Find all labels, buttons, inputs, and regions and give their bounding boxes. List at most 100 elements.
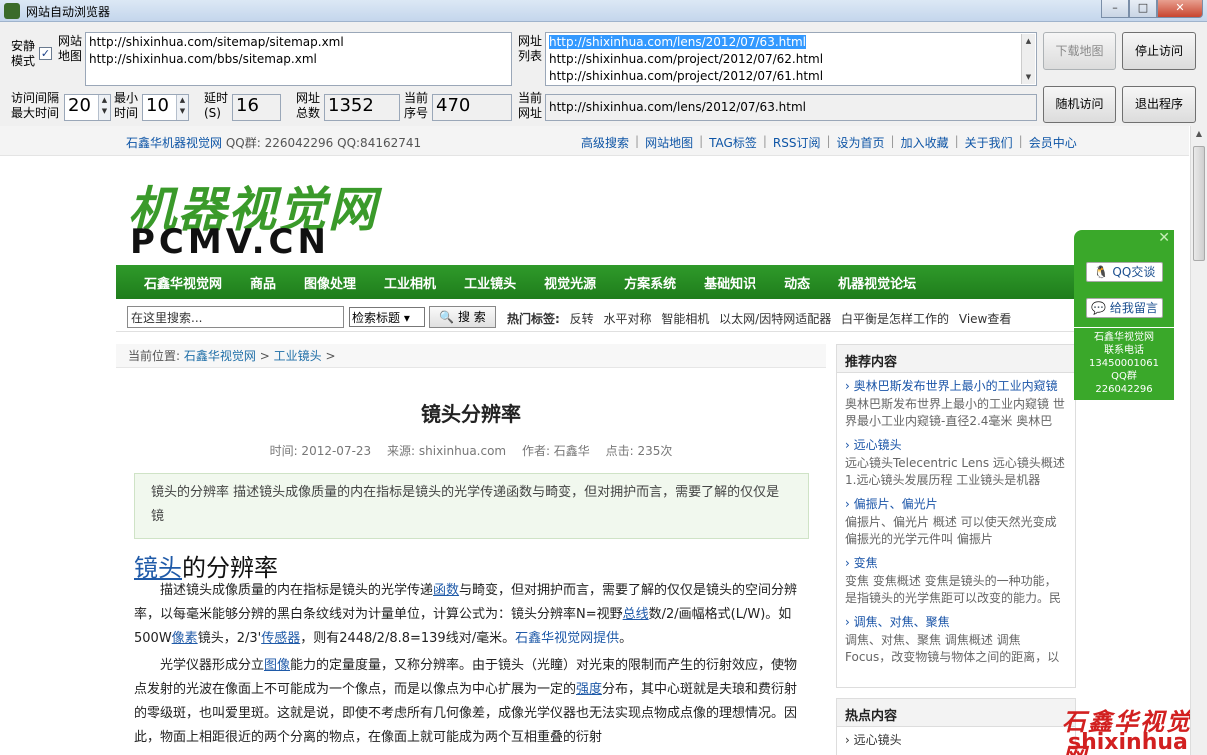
breadcrumb-home[interactable]: 石鑫华视觉网 [184,349,256,363]
spinner-arrows-icon[interactable]: ▲ ▼ [176,95,188,120]
safe-mode-checkbox[interactable]: ✓ [39,47,52,60]
toplink-advanced-search[interactable]: 高级搜索 [581,134,629,151]
site-top-strip: 石鑫华机器视觉网 QQ群: 226042296 QQ:84162741 高级搜索… [0,126,1189,156]
search-row: 在这里搜索... 检索标题 ▾ 🔍 搜 索 热门标签: 反转 水平对称 智能相机… [116,302,1076,332]
toplink-sitemap[interactable]: 网站地图 [645,134,693,151]
nav-item-image-processing[interactable]: 图像处理 [304,273,356,292]
urllist-textarea[interactable]: http://shixinhua.com/lens/2012/07/63.htm… [545,32,1037,86]
nav-item-forum[interactable]: 机器视觉论坛 [838,273,916,292]
hot-content-item[interactable]: › 远心镜头 [837,727,1075,750]
interval-max-value: 20 [68,95,91,116]
toplink-tags[interactable]: TAG标签 [709,134,757,151]
sitemap-label: 网站 地图 [58,34,83,63]
article-link[interactable]: 强度 [576,682,602,697]
nav-item-industrial-lens[interactable]: 工业镜头 [464,273,516,292]
recommended-item[interactable]: › 奥林巴斯发布世界上最小的工业内窥镜 奥林巴斯发布世界上最小的工业内窥镜 世界最… [837,373,1075,432]
nav-item-goods[interactable]: 商品 [250,273,276,292]
hot-tag[interactable]: 水平对称 [603,312,651,326]
breadcrumb-prefix: 当前位置: [128,349,181,363]
article-link[interactable]: 函数 [433,583,459,598]
site-logo-english[interactable]: PCMV.CN [130,222,330,262]
nav-item-industrial-camera[interactable]: 工业相机 [384,273,436,292]
nav-item-solutions[interactable]: 方案系统 [624,273,676,292]
nav-item-basics[interactable]: 基础知识 [704,273,756,292]
qq-close-icon[interactable]: ✕ [1158,230,1170,246]
toplink-about[interactable]: 关于我们 [965,134,1013,151]
hot-tag[interactable]: 智能相机 [661,312,709,326]
heading-text: 的分辨率 [182,554,278,582]
article-link[interactable]: 总线 [623,607,649,622]
qq-contact-info: 石鑫华视觉网 联系电话 13450001061 QQ群 226042296 [1074,328,1174,400]
article-link[interactable]: 传感器 [261,631,300,646]
current-url-label: 当前 网址 [518,91,543,120]
breadcrumb-category[interactable]: 工业镜头 [274,349,322,363]
hot-tag[interactable]: 反转 [570,312,594,326]
current-index-label: 当前 序号 [404,91,429,120]
recommended-title: 推荐内容 [837,345,1075,373]
total-label: 网址 总数 [296,91,321,120]
scroll-up-icon[interactable]: ▲ [1191,126,1207,142]
delay-label: 延时 (S) [204,91,229,120]
recommended-item[interactable]: › 偏振片、偏光片 偏振片、偏光片 概述 可以使天然光变成偏振光的光学元件叫 偏振… [837,491,1075,550]
article-paragraph-2: 光学仪器形成分立图像能力的定量度量，又称分辨率。由于镜头（光瞳）对光束的限制而产… [134,658,798,745]
minimize-button[interactable]: – [1101,0,1129,18]
hot-tags-label: 热门标签: [507,312,560,326]
scroll-down-icon[interactable]: ▼ [1022,70,1035,84]
hot-tag[interactable]: 白平衡是怎样工作的 [841,312,949,326]
toplink-rss[interactable]: RSS订阅 [773,134,821,151]
urllist-label: 网址 列表 [518,34,543,63]
hot-content-panel: 热点内容 › 远心镜头 [836,698,1076,755]
interval-min-spinner[interactable]: 10 ▲ ▼ [142,94,189,121]
recommended-item[interactable]: › 调焦、对焦、聚焦 调焦、对焦、聚焦 调焦概述 调焦 Focus，改变物镜与物体… [837,609,1075,668]
heading-link[interactable]: 镜头 [134,554,182,582]
page-scrollbar[interactable]: ▲ [1190,126,1207,755]
maximize-button[interactable]: □ [1129,0,1157,18]
delay-value: 16 [232,94,281,121]
toplink-set-homepage[interactable]: 设为首页 [837,134,885,151]
search-type-select[interactable]: 检索标题 ▾ [349,307,425,327]
exit-button[interactable]: 退出程序 [1122,86,1196,123]
watermark-english: shixinhua.com [1068,730,1207,755]
site-search-input[interactable]: 在这里搜索... [127,306,344,328]
scrollbar-thumb[interactable] [1193,146,1205,261]
qq-chat-button[interactable]: 🐧 QQ交谈 [1086,262,1163,282]
interval-max-spinner[interactable]: 20 ▲ ▼ [64,94,111,121]
leave-message-button[interactable]: 💬 给我留言 [1086,298,1163,318]
nav-item-light-source[interactable]: 视觉光源 [544,273,596,292]
article-heading: 镜头的分辨率 [134,548,278,583]
hot-tag[interactable]: 以太网/因特网适配器 [719,312,831,326]
nav-item-home[interactable]: 石鑫华视觉网 [144,273,222,292]
qq-float-panel: ✕ 🐧 QQ交谈 💬 给我留言 [1074,230,1174,327]
article-summary: 镜头的分辨率 描述镜头成像质量的内在指标是镜头的光学传递函数与畸变，但对拥护而言… [134,473,809,539]
recommended-item[interactable]: › 远心镜头 远心镜头Telecentric Lens 远心镜头概述 1.远心镜头… [837,432,1075,491]
toplink-add-favorite[interactable]: 加入收藏 [901,134,949,151]
recommended-panel: 推荐内容 › 奥林巴斯发布世界上最小的工业内窥镜 奥林巴斯发布世界上最小的工业内窥… [836,344,1076,688]
min-time-label: 最小 时间 [114,91,139,120]
breadcrumb: 当前位置: 石鑫华视觉网 > 工业镜头 > [116,344,826,368]
site-brand: 石鑫华机器视觉网 QQ群: 226042296 QQ:84162741 [126,134,421,151]
browser-view[interactable]: 石鑫华机器视觉网 QQ群: 226042296 QQ:84162741 高级搜索… [0,126,1207,755]
top-links: 高级搜索 | 网站地图 | TAG标签 | RSS订阅 | 设为首页 | 加入收藏 | 关于… [581,134,1077,151]
article-link[interactable]: 图像 [264,658,290,673]
urllist-line-selected: http://shixinhua.com/lens/2012/07/63.htm… [549,35,806,49]
download-map-button[interactable]: 下载地图 [1043,32,1116,70]
site-brand-link[interactable]: 石鑫华机器视觉网 [126,136,222,150]
article-link[interactable]: 石鑫华视觉网提供 [515,631,619,646]
safe-mode-label: 安静 模式 [11,39,36,68]
toplink-member[interactable]: 会员中心 [1029,134,1077,151]
article-author: 作者: 石鑫华 [521,444,590,458]
interval-min-value: 10 [146,95,169,116]
hot-tag[interactable]: View查看 [959,312,1011,326]
spinner-arrows-icon[interactable]: ▲ ▼ [98,95,110,120]
random-visit-button[interactable]: 随机访问 [1043,86,1116,123]
sitemap-textarea[interactable]: http://shixinhua.com/sitemap/sitemap.xml… [85,32,512,86]
urllist-scrollbar[interactable]: ▲ ▼ [1021,34,1035,84]
stop-button[interactable]: 停止访问 [1122,32,1196,70]
recommended-item[interactable]: › 变焦 变焦 变焦概述 变焦是镜头的一种功能，是指镜头的光学焦距可以改变的能力。… [837,550,1075,609]
current-index-value: 470 [432,94,512,121]
close-button[interactable]: ✕ [1157,0,1203,18]
article-link[interactable]: 像素 [172,631,198,646]
search-button[interactable]: 🔍 搜 索 [429,306,496,328]
nav-item-news[interactable]: 动态 [784,273,810,292]
scroll-up-icon[interactable]: ▲ [1022,34,1035,48]
